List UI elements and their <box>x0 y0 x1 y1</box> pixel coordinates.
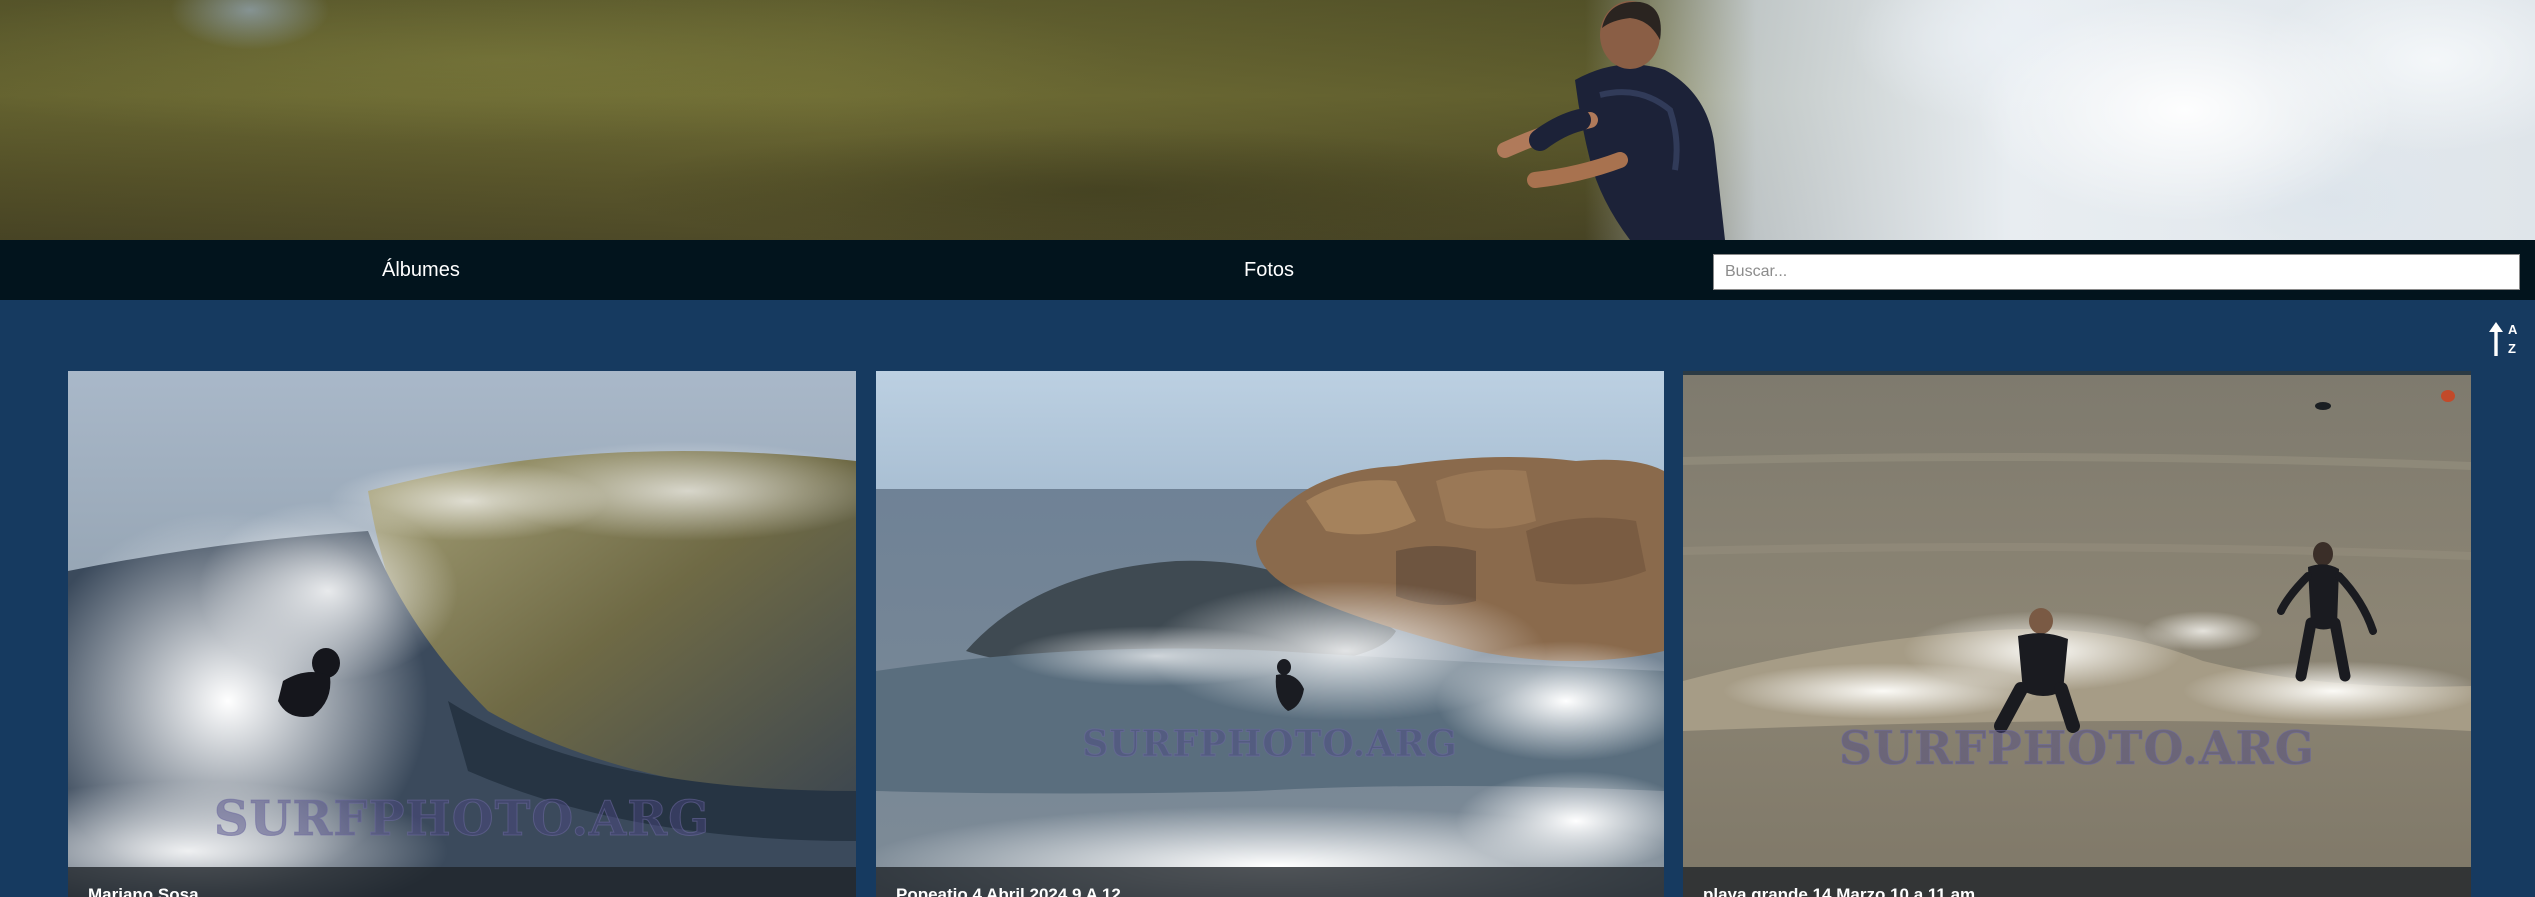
hero-surfer-image <box>1497 1 1725 240</box>
sort-letter-a: A <box>2508 322 2518 337</box>
sort-alpha-icon[interactable]: A Z <box>2487 318 2521 358</box>
album-cover-image <box>68 371 856 897</box>
album-card[interactable]: SURFPHOTO.ARG playa grande 14 Marzo 10 a… <box>1683 371 2471 897</box>
search-input[interactable] <box>1713 254 2520 290</box>
album-title[interactable]: playa grande 14 Marzo 10 a 11 am <box>1683 867 2471 897</box>
album-title[interactable]: Mariano Sosa <box>68 867 856 897</box>
album-card[interactable]: SURFPHOTO.ARG Mariano Sosa <box>68 371 856 897</box>
album-card[interactable]: SURFPHOTO.ARG Popeatio 4 Abril 2024 9 A … <box>876 371 1664 897</box>
album-cover-image <box>1683 371 2471 897</box>
hero-banner <box>0 0 2535 240</box>
nav-photos-link[interactable]: Fotos <box>1244 240 1294 300</box>
hero-spray <box>170 0 330 50</box>
sort-letter-z: Z <box>2508 341 2516 356</box>
album-title[interactable]: Popeatio 4 Abril 2024 9 A 12 <box>876 867 1664 897</box>
album-cover-image <box>876 371 1664 897</box>
nav-albums-link[interactable]: Álbumes <box>382 240 460 300</box>
